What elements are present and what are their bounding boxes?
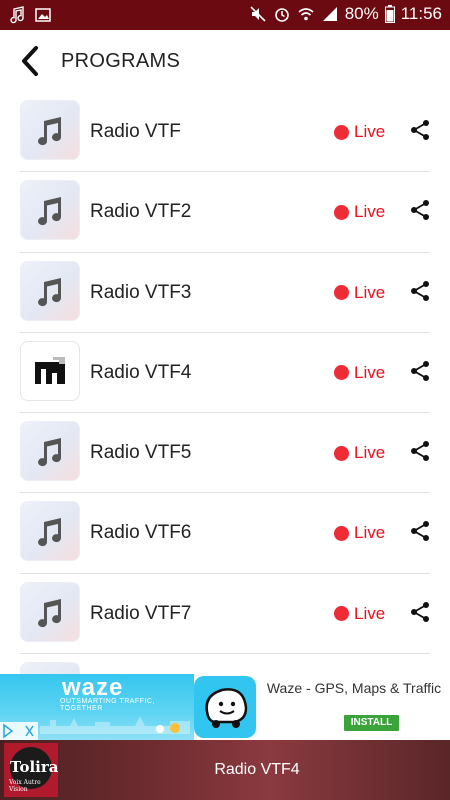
- clock: 11:56: [400, 4, 442, 23]
- ad-banner[interactable]: waze OUTSMARTING TRAFFIC, TOGETHER Waze …: [0, 674, 450, 740]
- live-badge: Live: [334, 202, 385, 222]
- now-playing-title: Radio VTF4: [214, 761, 300, 778]
- signal-icon: [322, 7, 337, 21]
- live-dot: [334, 606, 349, 622]
- live-dot: [334, 204, 349, 220]
- program-thumbnail: [20, 260, 80, 321]
- share-icon[interactable]: [408, 279, 432, 303]
- program-name: Radio VTF5: [90, 442, 192, 464]
- install-button[interactable]: INSTALL: [344, 715, 399, 731]
- music-note-icon: [38, 438, 62, 467]
- program-row[interactable]: Radio VTF7 Live: [0, 574, 450, 655]
- image-icon: [35, 8, 51, 22]
- back-button[interactable]: [16, 44, 46, 78]
- program-list[interactable]: Radio VTF Live Radio VTF2 Live Radio VTF…: [0, 92, 450, 723]
- share-icon[interactable]: [408, 439, 432, 463]
- live-badge: Live: [334, 443, 385, 463]
- program-name: Radio VTF6: [90, 522, 192, 544]
- program-name: Radio VTF3: [90, 281, 192, 303]
- live-badge: Live: [334, 363, 385, 383]
- share-icon[interactable]: [408, 600, 432, 624]
- program-name: Radio VTF2: [90, 201, 192, 223]
- waze-app-icon[interactable]: [194, 676, 256, 738]
- program-row[interactable]: Radio VTF2 Live: [0, 172, 450, 253]
- live-dot: [334, 365, 349, 381]
- share-icon[interactable]: [408, 118, 432, 142]
- program-thumbnail: [20, 581, 80, 642]
- share-icon[interactable]: [408, 359, 432, 383]
- program-name: Radio VTF7: [90, 602, 192, 624]
- alarm-icon: [274, 8, 289, 22]
- live-badge: Live: [334, 604, 385, 624]
- live-dot: [334, 525, 349, 541]
- wifi-icon: [298, 8, 314, 21]
- program-thumbnail: [20, 421, 80, 482]
- share-icon[interactable]: [408, 519, 432, 543]
- music-note-icon: [38, 598, 62, 627]
- program-name: Radio VTF4: [90, 361, 192, 383]
- skyline-icon: [40, 716, 190, 734]
- station-logo-icon: [35, 356, 65, 384]
- program-row[interactable]: Radio VTF5 Live: [0, 413, 450, 494]
- program-thumbnail: [20, 501, 80, 562]
- status-bar: 80% 11:56: [0, 0, 450, 30]
- program-thumbnail: [20, 340, 80, 401]
- program-name: Radio VTF: [90, 121, 181, 142]
- mute-icon: [250, 6, 266, 22]
- live-badge: Live: [334, 523, 385, 543]
- share-icon[interactable]: [408, 198, 432, 222]
- ad-image[interactable]: waze OUTSMARTING TRAFFIC, TOGETHER: [0, 674, 194, 740]
- program-row[interactable]: [0, 654, 450, 723]
- program-thumbnail: [20, 180, 80, 241]
- live-badge: Live: [334, 283, 385, 303]
- program-row[interactable]: Radio VTF Live: [0, 92, 450, 173]
- artwork-logo-subtext: Voix Autre Vision: [9, 779, 41, 793]
- live-badge: Live: [334, 122, 385, 142]
- battery-percent: 80%: [344, 4, 379, 23]
- battery-icon: [384, 5, 395, 23]
- page-title: PROGRAMS: [61, 50, 181, 72]
- program-row[interactable]: Radio VTF4 Live: [0, 333, 450, 414]
- program-thumbnail: [20, 100, 80, 160]
- live-dot: [334, 124, 349, 140]
- live-dot: [334, 445, 349, 461]
- app-header: PROGRAMS: [0, 30, 450, 92]
- ad-tagline: OUTSMARTING TRAFFIC, TOGETHER: [60, 698, 155, 712]
- live-dot: [334, 285, 349, 301]
- music-note-icon: [38, 197, 62, 226]
- ad-choices-icon[interactable]: [0, 722, 38, 740]
- music-note-icon: [38, 277, 62, 306]
- music-note-icon: [38, 518, 62, 547]
- ad-title: Waze - GPS, Maps & Traffic: [266, 680, 442, 696]
- program-row[interactable]: Radio VTF6 Live: [0, 493, 450, 575]
- now-playing-bar[interactable]: Tolira Voix Autre Vision Radio VTF4: [0, 740, 450, 800]
- program-row[interactable]: Radio VTF3 Live: [0, 253, 450, 334]
- music-note-icon: [10, 6, 24, 24]
- music-note-icon: [38, 117, 62, 146]
